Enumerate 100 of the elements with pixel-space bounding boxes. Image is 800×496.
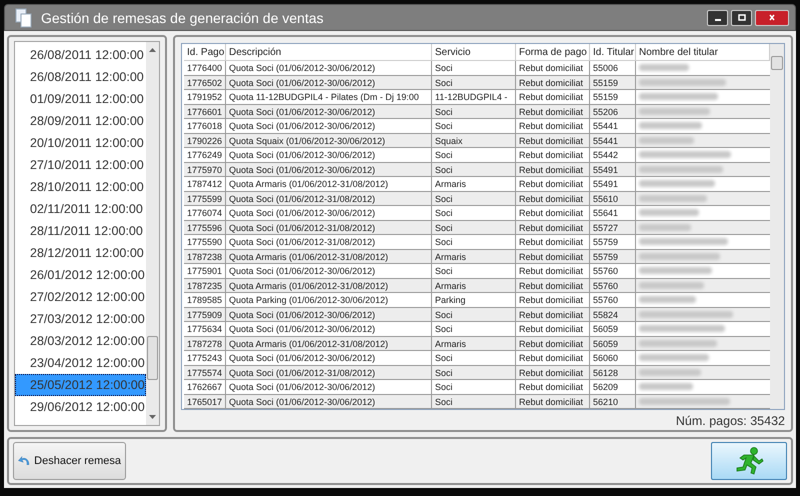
table-cell: 1776502: [184, 76, 226, 90]
date-item[interactable]: 26/08/2011 12:00:00: [15, 66, 146, 88]
table-cell: Quota Soci (01/06/2012-30/06/2012): [226, 308, 432, 322]
table-cell: Quota Armaris (01/06/2012-31/08/2012): [226, 250, 432, 264]
table-cell: Rebut domiciliat: [516, 308, 590, 322]
column-header[interactable]: Forma de pago: [516, 44, 590, 61]
blurred-name: [639, 224, 691, 231]
column-header[interactable]: Servicio: [432, 44, 516, 61]
blurred-name: [639, 354, 709, 362]
table-cell: Rebut domiciliat: [516, 134, 590, 148]
scroll-up-icon[interactable]: [149, 48, 156, 52]
table-cell: Soci: [432, 394, 516, 409]
blurred-name: [639, 383, 693, 390]
blurred-name: [639, 282, 704, 289]
table-cell: Rebut domiciliat: [516, 278, 590, 293]
table-cell: Soci: [432, 220, 516, 235]
table-cell: 55159: [590, 76, 636, 90]
date-item[interactable]: 27/02/2012 12:00:00: [15, 286, 146, 308]
table-cell: 1787278: [184, 336, 226, 351]
date-item[interactable]: 26/08/2011 12:00:00: [15, 44, 146, 66]
table-cell: Soci: [432, 366, 516, 380]
blurred-name: [639, 108, 710, 115]
table-cell: 1787235: [184, 278, 226, 293]
table-cell: Quota Soci (01/06/2012-30/06/2012): [226, 162, 432, 177]
maximize-icon: [736, 14, 746, 22]
date-item[interactable]: 28/03/2012 12:00:00: [15, 330, 146, 352]
table-cell: 1776601: [184, 104, 226, 119]
table-cell: 56059: [590, 336, 636, 351]
blurred-name: [639, 194, 707, 202]
blurred-name: [639, 209, 699, 216]
blurred-name: [639, 296, 696, 304]
table-cell: Quota Soci (01/06/2012-31/08/2012): [226, 220, 432, 235]
run-button[interactable]: [711, 442, 787, 480]
date-item[interactable]: 02/11/2011 12:00:00: [15, 198, 146, 220]
table-cell: Armaris: [432, 250, 516, 264]
undo-button[interactable]: Deshacer remesa: [13, 442, 126, 480]
maximize-button[interactable]: [731, 10, 752, 26]
table-cell: Soci: [432, 308, 516, 322]
table-cell: 1765017: [184, 394, 226, 409]
table-cell: 1775909: [184, 308, 226, 322]
table-cell: 55610: [590, 192, 636, 206]
table-cell: Rebut domiciliat: [516, 76, 590, 90]
table-cell: Rebut domiciliat: [516, 394, 590, 409]
date-item[interactable]: 27/10/2011 12:00:00: [15, 154, 146, 176]
table-cell: 55727: [590, 220, 636, 235]
date-item[interactable]: 20/10/2011 12:00:00: [15, 132, 146, 154]
column-header[interactable]: Id. Titular: [590, 44, 636, 61]
table-cell: Quota Soci (01/06/2012-30/06/2012): [226, 76, 432, 90]
table-cell: 1787238: [184, 250, 226, 264]
table-cell: 1775596: [184, 220, 226, 235]
date-item[interactable]: 29/06/2012 12:00:00: [15, 396, 146, 418]
scroll-down-icon[interactable]: [149, 415, 156, 419]
table-cell: Rebut domiciliat: [516, 192, 590, 206]
table-cell: 56210: [590, 394, 636, 409]
scroll-thumb[interactable]: [771, 56, 783, 70]
table-cell: 1775970: [184, 162, 226, 177]
scroll-thumb[interactable]: [147, 336, 158, 380]
table-cell: Soci: [432, 192, 516, 206]
date-item[interactable]: 28/09/2011 12:00:00: [15, 110, 146, 132]
table-cell: 55441: [590, 134, 636, 148]
date-item[interactable]: 23/04/2012 12:00:00: [15, 352, 146, 374]
table-cell: Soci: [432, 162, 516, 177]
scrollbar[interactable]: [146, 42, 159, 425]
close-icon: [767, 14, 777, 22]
documents-icon: [15, 8, 33, 28]
table-cell: Rebut domiciliat: [516, 250, 590, 264]
table-cell: Rebut domiciliat: [516, 162, 590, 177]
column-header[interactable]: Descripción: [226, 44, 432, 61]
table-cell: Soci: [432, 104, 516, 119]
blurred-name: [639, 368, 701, 376]
date-item[interactable]: 27/03/2012 12:00:00: [15, 308, 146, 330]
table-cell: Armaris: [432, 336, 516, 351]
table-cell: 55491: [590, 162, 636, 177]
table-cell: 55760: [590, 278, 636, 293]
column-header[interactable]: Id. Pago: [184, 44, 226, 61]
table-cell: Rebut domiciliat: [516, 336, 590, 351]
table-cell: Quota Soci (01/06/2012-31/08/2012): [226, 192, 432, 206]
date-item[interactable]: 25/05/2012 12:00:00: [15, 374, 146, 396]
minimize-button[interactable]: [707, 10, 728, 26]
blurred-name: [639, 64, 689, 72]
table-cell: Rebut domiciliat: [516, 366, 590, 380]
table-cell: 55206: [590, 104, 636, 119]
table-cell: Armaris: [432, 278, 516, 293]
table-cell: 55759: [590, 250, 636, 264]
date-item[interactable]: 01/09/2011 12:00:00: [15, 88, 146, 110]
table-cell: Quota Soci (01/06/2012-30/06/2012): [226, 394, 432, 409]
table-cell: Quota Soci (01/06/2012-31/08/2012): [226, 366, 432, 380]
table-cell: Quota Armaris (01/06/2012-31/08/2012): [226, 278, 432, 293]
scrollbar[interactable]: [770, 44, 784, 409]
date-item[interactable]: 28/10/2011 12:00:00: [15, 176, 146, 198]
table-cell: Squaix: [432, 134, 516, 148]
date-item[interactable]: 28/12/2011 12:00:00: [15, 242, 146, 264]
table-cell: Quota Squaix (01/06/2012-30/06/2012): [226, 134, 432, 148]
close-button[interactable]: [755, 10, 789, 26]
payment-count: Núm. pagos: 35432: [676, 414, 785, 428]
date-item[interactable]: 28/11/2011 12:00:00: [15, 220, 146, 242]
table-cell: Rebut domiciliat: [516, 220, 590, 235]
date-item[interactable]: 26/01/2012 12:00:00: [15, 264, 146, 286]
blurred-name: [639, 122, 702, 130]
table-cell: Rebut domiciliat: [516, 104, 590, 119]
